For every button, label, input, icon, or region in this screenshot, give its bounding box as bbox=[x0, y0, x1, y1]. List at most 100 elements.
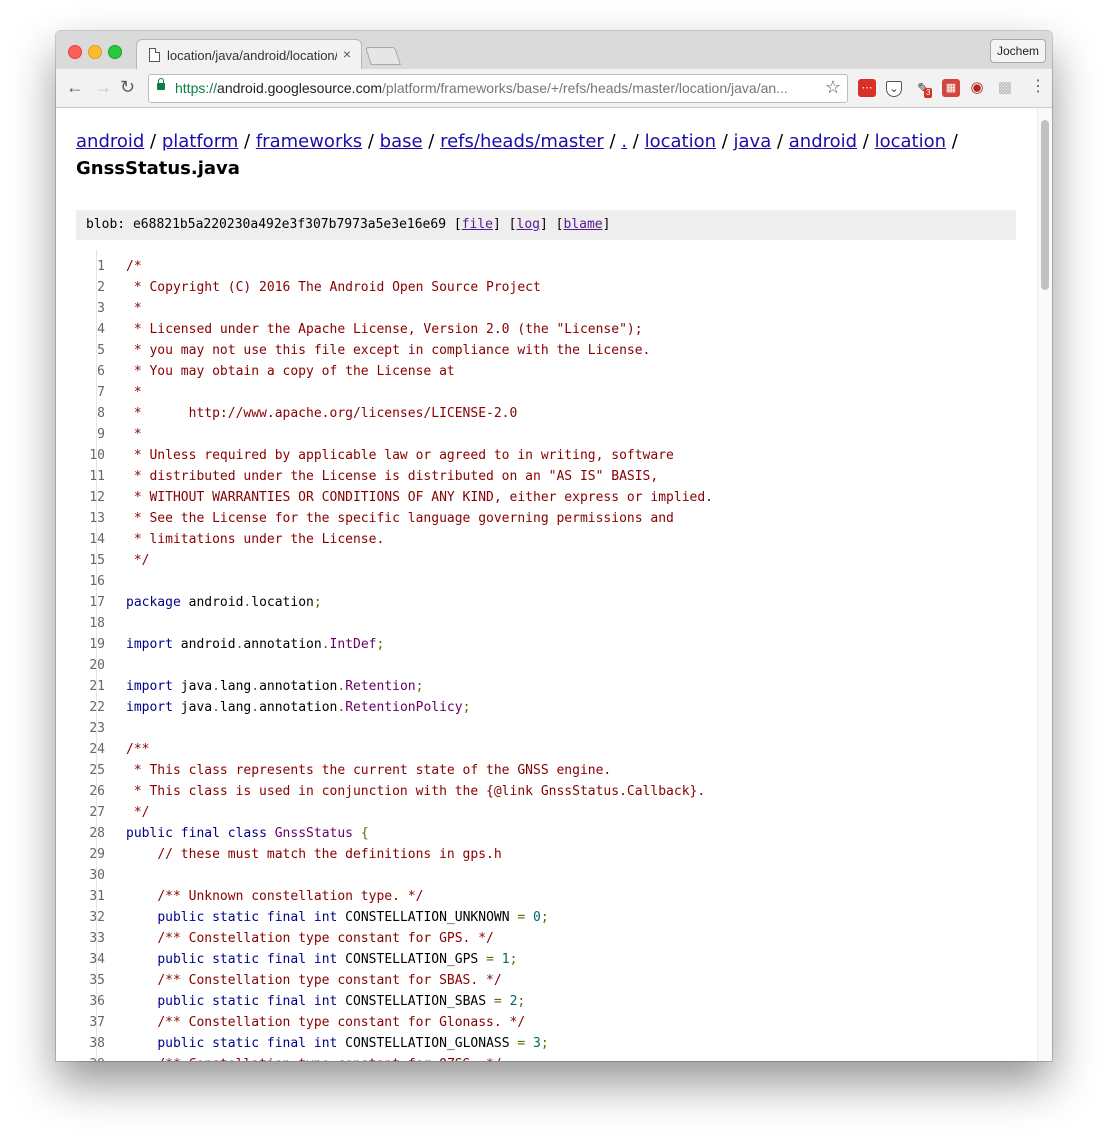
breadcrumb-link[interactable]: base bbox=[380, 131, 423, 152]
line-number[interactable]: 23 bbox=[76, 721, 105, 736]
line-number[interactable]: 38 bbox=[76, 1036, 105, 1051]
breadcrumb-link[interactable]: location bbox=[875, 131, 946, 152]
code-token: // these must match the definitions in g… bbox=[157, 847, 502, 862]
line-number[interactable]: 10 bbox=[76, 448, 105, 463]
line-number[interactable]: 3 bbox=[76, 301, 105, 316]
line-number[interactable]: 16 bbox=[76, 574, 105, 589]
code-line: * bbox=[126, 427, 142, 442]
code-token: * distributed under the License is distr… bbox=[126, 469, 659, 484]
menu-kebab-icon[interactable]: ⋮ bbox=[1030, 77, 1046, 97]
profile-button[interactable]: Jochem bbox=[989, 39, 1046, 63]
code-token: final bbox=[266, 1036, 307, 1051]
line-number[interactable]: 4 bbox=[76, 322, 105, 337]
line-number[interactable]: 20 bbox=[76, 658, 105, 673]
blame-link[interactable]: blame bbox=[563, 217, 602, 232]
breadcrumb-link[interactable]: android bbox=[76, 131, 144, 152]
pocket-icon[interactable]: ⌄ bbox=[886, 81, 902, 97]
zoom-window-button[interactable] bbox=[108, 45, 122, 59]
scrollbar-thumb[interactable] bbox=[1041, 120, 1049, 290]
line-number[interactable]: 1 bbox=[76, 259, 105, 274]
scrollbar[interactable] bbox=[1037, 108, 1052, 1061]
code-token: import bbox=[126, 679, 173, 694]
breadcrumb-link[interactable]: java bbox=[734, 131, 772, 152]
code-token: annotation bbox=[259, 679, 338, 694]
new-tab-button[interactable] bbox=[365, 47, 401, 65]
line-number[interactable]: 28 bbox=[76, 826, 105, 841]
line-number[interactable]: 32 bbox=[76, 910, 105, 925]
extension-red-icon[interactable]: ⋯ bbox=[858, 79, 876, 97]
line-number[interactable]: 30 bbox=[76, 868, 105, 883]
line-number[interactable]: 26 bbox=[76, 784, 105, 799]
reload-icon[interactable]: ↻ bbox=[120, 77, 135, 97]
line-number[interactable]: 24 bbox=[76, 742, 105, 757]
line-number[interactable]: 33 bbox=[76, 931, 105, 946]
code-token: package bbox=[126, 595, 181, 610]
code-line: /** Constellation type constant for GPS.… bbox=[126, 931, 494, 946]
line-number[interactable]: 9 bbox=[76, 427, 105, 442]
minimize-window-button[interactable] bbox=[88, 45, 102, 59]
line-number[interactable]: 22 bbox=[76, 700, 105, 715]
line-number[interactable]: 17 bbox=[76, 595, 105, 610]
breadcrumb-link[interactable]: location bbox=[645, 131, 716, 152]
line-number[interactable]: 27 bbox=[76, 805, 105, 820]
code-token: int bbox=[313, 910, 338, 925]
line-number[interactable]: 12 bbox=[76, 490, 105, 505]
line-number[interactable]: 6 bbox=[76, 364, 105, 379]
line-number[interactable]: 36 bbox=[76, 994, 105, 1009]
code-token: * bbox=[126, 427, 142, 442]
address-bar[interactable]: https://android.googlesource.com/platfor… bbox=[148, 74, 848, 103]
line-number[interactable]: 7 bbox=[76, 385, 105, 400]
line-number[interactable]: 18 bbox=[76, 616, 105, 631]
line-number[interactable]: 29 bbox=[76, 847, 105, 862]
breadcrumb-link[interactable]: android bbox=[789, 131, 857, 152]
tab-active[interactable]: location/java/android/location/ × bbox=[136, 39, 362, 70]
line-number[interactable]: 2 bbox=[76, 280, 105, 295]
code-token: * This class represents the current stat… bbox=[126, 763, 612, 778]
extension-tools-icon[interactable]: ✎ 3 bbox=[914, 79, 933, 98]
breadcrumb-link[interactable]: frameworks bbox=[256, 131, 362, 152]
extension-couch-icon[interactable]: ◉ bbox=[968, 79, 986, 97]
code-token: * See the License for the specific langu… bbox=[126, 511, 674, 526]
breadcrumb-separator: / bbox=[627, 131, 645, 152]
bookmark-star-icon[interactable]: ☆ bbox=[825, 77, 841, 98]
code-token: CONSTELLATION_UNKNOWN bbox=[337, 910, 518, 925]
code-line: /** Constellation type constant for QZSS… bbox=[126, 1057, 501, 1061]
line-number[interactable]: 11 bbox=[76, 469, 105, 484]
line-number[interactable]: 5 bbox=[76, 343, 105, 358]
breadcrumb-link[interactable]: refs/heads/master bbox=[440, 131, 604, 152]
line-number[interactable]: 8 bbox=[76, 406, 105, 421]
line-number[interactable]: 13 bbox=[76, 511, 105, 526]
code-token: GnssStatus bbox=[274, 826, 354, 841]
breadcrumb-link[interactable]: platform bbox=[162, 131, 238, 152]
url-text[interactable]: https://android.googlesource.com/platfor… bbox=[175, 80, 825, 96]
line-number[interactable]: 37 bbox=[76, 1015, 105, 1030]
line-number[interactable]: 25 bbox=[76, 763, 105, 778]
line-number[interactable]: 35 bbox=[76, 973, 105, 988]
lock-icon bbox=[157, 78, 165, 90]
line-number[interactable]: 34 bbox=[76, 952, 105, 967]
tab-close-icon[interactable]: × bbox=[343, 46, 351, 62]
line-number[interactable]: 15 bbox=[76, 553, 105, 568]
line-number[interactable]: 31 bbox=[76, 889, 105, 904]
log-link[interactable]: log bbox=[517, 217, 540, 232]
code-token: . bbox=[337, 679, 346, 694]
extension-lastpass-icon[interactable]: ▦ bbox=[942, 79, 960, 97]
line-number[interactable]: 19 bbox=[76, 637, 105, 652]
extension-android-icon[interactable]: ▩ bbox=[996, 79, 1014, 97]
code-token: final bbox=[266, 952, 307, 967]
forward-arrow-icon[interactable]: → bbox=[94, 77, 112, 97]
back-arrow-icon[interactable]: ← bbox=[66, 77, 84, 97]
code-token: public bbox=[157, 910, 205, 925]
line-number[interactable]: 21 bbox=[76, 679, 105, 694]
close-window-button[interactable] bbox=[68, 45, 82, 59]
line-number[interactable]: 14 bbox=[76, 532, 105, 547]
code-line: * you may not use this file except in co… bbox=[126, 343, 651, 358]
line-number[interactable]: 39 bbox=[76, 1057, 105, 1061]
code-token: . bbox=[337, 700, 346, 715]
file-link[interactable]: file bbox=[462, 217, 493, 232]
code-token: public bbox=[157, 952, 205, 967]
